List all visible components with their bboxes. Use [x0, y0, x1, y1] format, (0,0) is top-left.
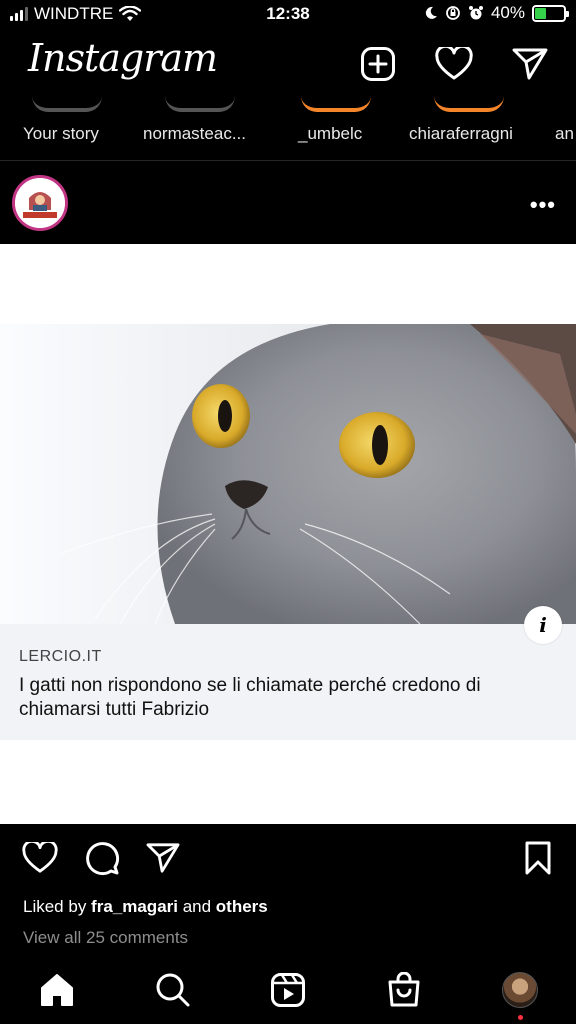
search-icon[interactable] — [153, 970, 193, 1010]
home-icon[interactable] — [37, 970, 77, 1010]
view-comments-link[interactable]: View all 25 comments — [23, 928, 188, 948]
heart-icon[interactable] — [434, 44, 474, 84]
story-ring-chiaraferragni[interactable] — [434, 96, 504, 112]
shop-icon[interactable] — [384, 970, 424, 1010]
link-preview-card[interactable]: LERCIO.IT I gatti non rispondono se li c… — [0, 624, 576, 740]
info-icon[interactable]: i — [524, 606, 562, 644]
story-label-your-story[interactable]: Your story — [23, 124, 99, 144]
status-bar: WINDTRE 12:38 40% — [0, 0, 576, 28]
likes-summary[interactable]: Liked by fra_magari and others — [23, 897, 268, 917]
battery-icon — [532, 4, 569, 22]
alarm-icon — [468, 6, 483, 20]
bottom-tab-bar — [0, 950, 576, 1024]
link-title: I gatti non rispondono se li chiamate pe… — [19, 675, 481, 720]
post-author-avatar[interactable] — [12, 175, 68, 231]
profile-avatar[interactable] — [502, 972, 538, 1008]
story-ring-normasteac[interactable] — [165, 96, 235, 112]
status-right: 40% — [424, 3, 569, 23]
link-domain: LERCIO.IT — [19, 648, 102, 665]
stories-tray: Your story normasteac... _umbelc chiaraf… — [0, 96, 576, 160]
post-content[interactable]: LERCIO.IT I gatti non rispondono se li c… — [0, 244, 576, 824]
profile-tab[interactable] — [500, 970, 540, 1010]
battery-percent: 40% — [490, 3, 525, 22]
new-post-icon[interactable] — [358, 44, 398, 84]
story-label-chiaraferragni[interactable]: chiaraferragni — [409, 124, 513, 144]
story-label-umbelc[interactable]: _umbelc — [298, 124, 362, 144]
like-heart-icon[interactable] — [20, 838, 60, 878]
app-header: Instagram — [0, 36, 576, 92]
story-label-an[interactable]: an — [555, 124, 574, 144]
battery-fill — [535, 7, 547, 19]
rotation-lock-icon — [446, 6, 460, 20]
likes-middle: and — [177, 897, 216, 916]
story-label-normasteac[interactable]: normasteac... — [143, 124, 246, 144]
share-icon[interactable] — [143, 838, 183, 878]
post-actions — [0, 838, 576, 882]
cat-photo[interactable] — [0, 324, 576, 624]
comment-icon[interactable] — [82, 838, 122, 878]
post-header: ••• — [0, 172, 576, 236]
likes-others[interactable]: others — [216, 897, 268, 916]
reels-icon[interactable] — [268, 970, 308, 1010]
story-ring-your-story[interactable] — [32, 96, 102, 112]
likes-user[interactable]: fra_magari — [91, 897, 178, 916]
story-ring-umbelc[interactable] — [301, 96, 371, 112]
moon-icon — [425, 6, 437, 19]
more-options-icon[interactable]: ••• — [530, 192, 556, 218]
likes-prefix: Liked by — [23, 897, 92, 916]
bookmark-icon[interactable] — [518, 838, 558, 878]
direct-message-icon[interactable] — [510, 44, 550, 84]
stories-divider — [0, 160, 576, 161]
notification-dot — [518, 1015, 523, 1020]
instagram-logo[interactable]: Instagram — [28, 36, 218, 80]
